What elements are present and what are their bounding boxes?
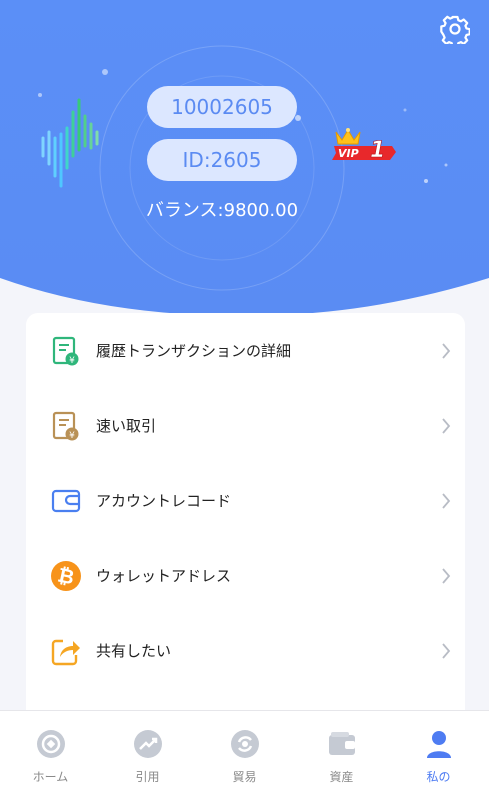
chevron-right-icon <box>442 642 451 659</box>
menu-item-label: 履歴トランザクションの詳細 <box>96 342 292 360</box>
svg-text:¥: ¥ <box>69 431 75 441</box>
menu-item-quick-trade[interactable]: ¥ 速い取引 <box>26 388 465 463</box>
tab-label: 貿易 <box>232 770 257 784</box>
tab-quotes[interactable]: 引用 <box>99 711 196 798</box>
menu-item-history[interactable]: ¥ 履歴トランザクションの詳細 <box>26 313 465 388</box>
trend-icon <box>134 730 162 758</box>
wallet-icon <box>329 732 355 755</box>
menu-item-label: ウォレットアドレス <box>96 567 232 585</box>
bitcoin-icon: ₿ <box>50 560 82 592</box>
menu-item-share[interactable]: 共有したい <box>26 613 465 688</box>
svg-text:1: 1 <box>370 138 385 163</box>
wallet-outline-icon <box>50 485 82 517</box>
user-id-pill: ID:2605 <box>147 139 297 181</box>
balance-text: バランス:9800.00 <box>145 200 299 221</box>
tab-label: ホーム <box>32 770 69 784</box>
menu-item-account-record[interactable]: アカウントレコード <box>26 463 465 538</box>
menu-card: ¥ 履歴トランザクションの詳細 ¥ 速い取引 アカウントレコード ₿ ウォレット… <box>26 313 465 733</box>
tab-home[interactable]: ホーム <box>2 711 99 798</box>
chevron-right-icon <box>442 417 451 434</box>
chevron-right-icon <box>442 492 451 509</box>
chevron-right-icon <box>442 342 451 359</box>
receipt-yen-gold-icon: ¥ <box>50 410 82 442</box>
tab-trade[interactable]: 貿易 <box>196 711 293 798</box>
menu-item-wallet-address[interactable]: ₿ ウォレットアドレス <box>26 538 465 613</box>
tab-label: 私の <box>426 770 451 784</box>
svg-text:VIP: VIP <box>338 147 359 160</box>
chevron-right-icon <box>442 567 451 584</box>
menu-item-label: アカウントレコード <box>96 492 232 510</box>
person-icon <box>427 731 451 758</box>
home-icon <box>37 730 65 758</box>
sound-wave-decoration <box>41 98 99 188</box>
menu-item-label: 共有したい <box>96 642 172 660</box>
tab-label: 資産 <box>329 770 354 784</box>
profile-header: 10002605 ID:2605 バランス:9800.00 VIP 1 <box>0 0 489 320</box>
tab-assets[interactable]: 資産 <box>293 711 390 798</box>
bottom-tab-bar: ホーム 引用 貿易 資産 私の <box>0 710 489 798</box>
share-icon <box>50 635 82 667</box>
tab-label: 引用 <box>135 770 160 784</box>
menu-item-label: 速い取引 <box>96 417 157 435</box>
gear-icon[interactable] <box>440 14 471 48</box>
receipt-yen-green-icon: ¥ <box>50 335 82 367</box>
tab-mine[interactable]: 私の <box>390 711 487 798</box>
svg-text:¥: ¥ <box>69 356 75 366</box>
vip-badge: VIP 1 <box>332 128 396 163</box>
exchange-icon <box>231 730 259 758</box>
username-pill: 10002605 <box>147 86 297 128</box>
